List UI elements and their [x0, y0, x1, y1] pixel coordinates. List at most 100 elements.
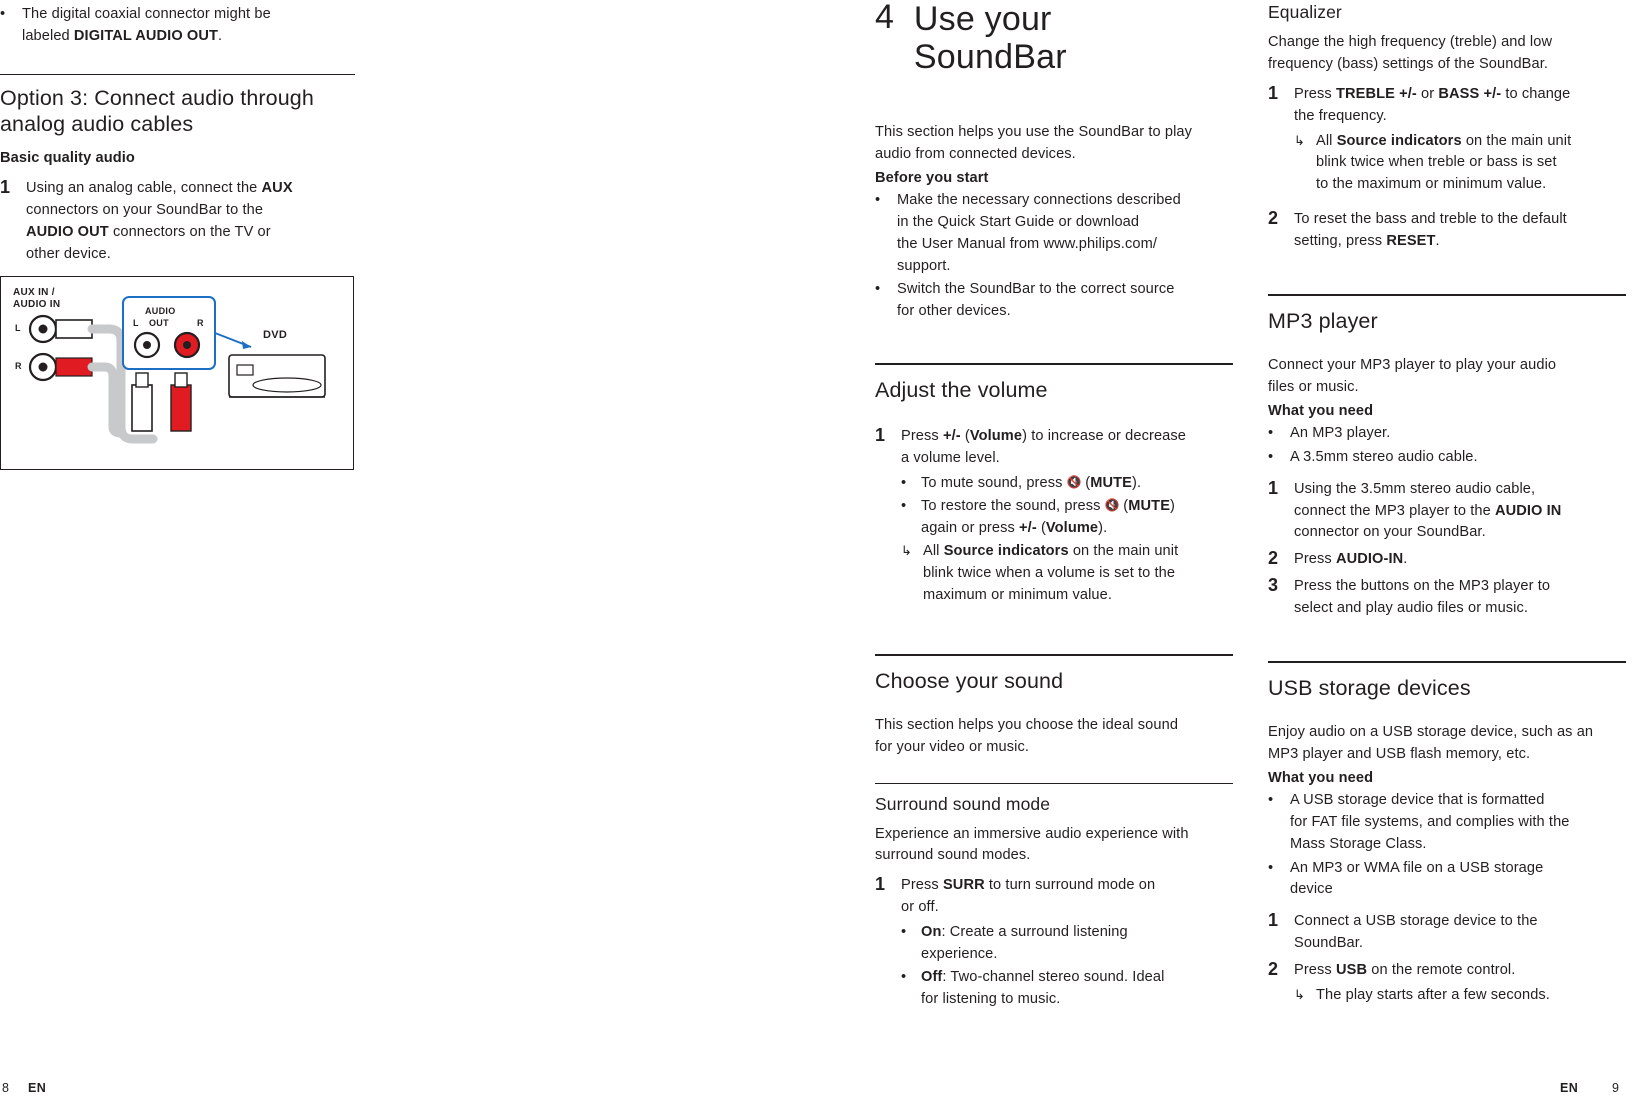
left-section-rule [0, 73, 355, 75]
off-desc: : Two-channel stereo sound. Ideal [942, 968, 1165, 985]
usb-step2-a: Press [1294, 962, 1336, 979]
result-line3: maximum or minimum value. [923, 586, 1113, 603]
bullet-marker: • [0, 6, 6, 22]
usb-step-1: 1 Connect a USB storage device to the So… [1268, 909, 1626, 955]
step-number: 1 [1268, 82, 1279, 103]
mute-text-d: ). [1132, 475, 1142, 492]
footer-left-page-number: 8 [2, 1081, 9, 1095]
choose-intro-l2: for your video or music. [875, 738, 1030, 755]
equalizer-step-2: 2 To reset the bass and treble to the de… [1268, 207, 1626, 253]
result-arrow-icon: ↳ [901, 542, 912, 558]
bullet1-line3: the User Manual from www.philips.com/ [897, 235, 1157, 252]
bullet2-line1: Switch the SoundBar to the correct sourc… [897, 281, 1175, 298]
off-term: Off [921, 968, 943, 985]
usb-intro-l1: Enjoy audio on a USB storage device, suc… [1268, 724, 1594, 741]
right-column: Equalizer Change the high frequency (tre… [1268, 0, 1626, 1008]
result-arrow-icon: ↳ [1294, 132, 1305, 148]
mp3-player-heading: MP3 player [1268, 309, 1378, 334]
surround-rule [875, 782, 1233, 784]
on-desc-l2: experience. [921, 945, 998, 962]
chapter-heading: 4 Use your SoundBar [875, 0, 1233, 76]
bullet-period: . [218, 27, 223, 44]
equalizer-intro: Change the high frequency (treble) and l… [1268, 32, 1626, 76]
option3-heading: Option 3: Connect audio through analog a… [0, 85, 314, 136]
eq-result-c: on the main unit [1461, 132, 1572, 149]
equalizer-heading: Equalizer [1268, 2, 1342, 22]
before-you-start-heading: Before you start [875, 169, 989, 186]
chapter-title-line1: Use your [913, 0, 1052, 38]
choose-sound-rule [875, 653, 1233, 656]
source-indicators-term: Source indicators [1336, 132, 1462, 149]
surround-intro-l1: Experience an immersive audio experience… [875, 825, 1189, 842]
eq-step2-l1: To reset the bass and treble to the defa… [1294, 211, 1567, 228]
bullet-marker: • [875, 191, 881, 208]
step1-line4-text: other device. [26, 245, 111, 262]
step1-line2-text: connectors on your SoundBar to the [26, 202, 264, 218]
step-number: 1 [875, 425, 886, 446]
usb-need2-l2: device [1290, 881, 1333, 898]
manual-page-spread: • The digital coaxial connector might be… [0, 0, 1642, 1113]
bullet-marker: • [901, 968, 907, 985]
result-c: on the main unit [1068, 542, 1179, 559]
vol-step1-a: Press [901, 428, 943, 445]
result-a: All [923, 542, 944, 559]
source-indicators-term: Source indicators [943, 542, 1069, 559]
analog-audio-connection-figure: AUX IN / AUDIO IN L R AUDIO OUT L R DVD [0, 275, 354, 470]
usb-intro-l2: MP3 player and USB flash memory, etc. [1268, 746, 1531, 763]
mute-text-b: ( [1081, 475, 1091, 492]
surround-on-option: • On: Create a surround listening experi… [901, 922, 1233, 966]
eq-step1-l2: the frequency. [1294, 107, 1387, 124]
fig-label-out-left: L [133, 317, 139, 328]
bullet2-line2: for other devices. [897, 303, 1011, 320]
usb-need-bullet-2: • An MP3 or WMA file on a USB storage de… [1268, 858, 1626, 902]
treble-term: TREBLE +/- [1335, 85, 1417, 102]
mute-icon: 🔇 [1066, 475, 1082, 490]
usb-result-note: ↳ The play starts after a few seconds. [1294, 985, 1626, 1007]
eq-result-l2: blink twice when treble or bass is set [1316, 154, 1557, 171]
surr-step1-a: Press [901, 877, 943, 894]
result-line2: blink twice when a volume is set to the [923, 564, 1176, 581]
mute-term: MUTE [1128, 498, 1171, 515]
eq-step1-a: Press [1294, 85, 1336, 102]
step-number: 2 [1268, 208, 1279, 229]
fig-label-dvd: DVD [263, 328, 288, 341]
surr-step1-l2: or off. [901, 899, 939, 916]
restore-line2-a: again or press [921, 519, 1020, 536]
mute-icon: 🔇 [1104, 498, 1120, 513]
step-number: 1 [1268, 910, 1279, 931]
footer-right-language: EN [1560, 1081, 1579, 1095]
mp3-what-you-need-heading: What you need [1268, 403, 1374, 420]
bullet-marker: • [901, 498, 907, 515]
bullet-marker: • [875, 281, 881, 298]
eq-result-a: All [1316, 132, 1337, 149]
usb-step-2: 2 Press USB on the remote control. [1268, 958, 1626, 982]
footer-right-page-number: 9 [1612, 1081, 1619, 1095]
restore-line2-e: ). [1098, 519, 1108, 536]
on-term: On [921, 924, 942, 941]
mp3-step2-a: Press [1294, 551, 1336, 568]
middle-column: 4 Use your SoundBar This section helps y… [875, 0, 1233, 1012]
eq-intro-l1: Change the high frequency (treble) and l… [1268, 34, 1553, 50]
off-desc-l2: for listening to music. [921, 990, 1061, 1007]
step-number: 1 [875, 874, 886, 895]
eq-step2-a: setting, press [1294, 233, 1387, 250]
figure-diagram-svg [28, 295, 326, 444]
aux-term: AUX [261, 180, 293, 197]
chapter-number: 4 [875, 0, 894, 36]
mp3-intro: Connect your MP3 player to play your aud… [1268, 355, 1626, 399]
surr-step1-c: to turn surround mode on [984, 877, 1156, 894]
equalizer-result-note: ↳ All Source indicators on the main unit… [1294, 131, 1626, 197]
bullet1-line1: Make the necessary connections described [897, 191, 1181, 208]
bullet-marker: • [1268, 424, 1274, 441]
mp3-step1-l3: connector on your SoundBar. [1294, 524, 1486, 541]
eq-step1-c: or [1416, 85, 1439, 102]
on-desc: : Create a surround listening [941, 924, 1128, 941]
mp3-step1-l2a: connect the MP3 player to the [1294, 502, 1495, 519]
usb-need1-l1: A USB storage device that is formatted [1290, 791, 1545, 808]
restore-text-d: ) [1170, 498, 1175, 515]
usb-need1-l3: Mass Storage Class. [1290, 835, 1427, 852]
intro-line-2: audio from connected devices. [875, 146, 1076, 163]
usb-step2-c: on the remote control. [1367, 962, 1516, 979]
step1-line1-text: Using an analog cable, connect the [26, 180, 262, 197]
usb-intro: Enjoy audio on a USB storage device, suc… [1268, 722, 1626, 766]
